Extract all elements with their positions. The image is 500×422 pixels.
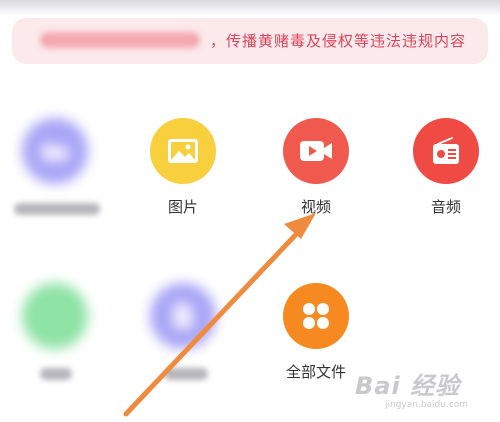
baidu-watermark: Bai 经验 jingyan.baidu.com (355, 366, 495, 414)
annotation-arrow (123, 213, 316, 417)
file-type-sheet: ，传播黄赌毒及侵权等违法违规内容 图片 视频 音频 全部文件 Bai 经验 ji… (0, 0, 500, 422)
watermark-main: Bai 经验 (355, 372, 461, 400)
watermark-sub: jingyan.baidu.com (385, 400, 469, 410)
